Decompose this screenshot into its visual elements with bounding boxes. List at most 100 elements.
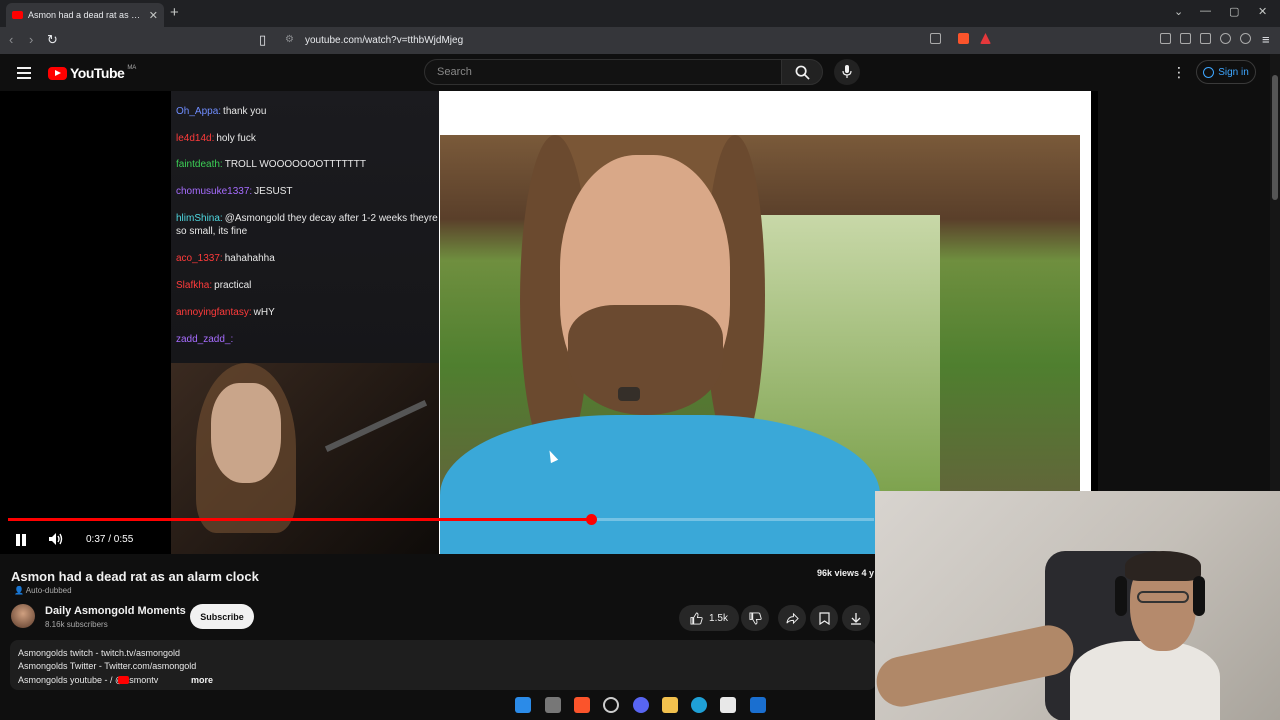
youtube-favicon-icon <box>12 11 23 19</box>
address-bar[interactable]: youtube.com/watch?v=tthbWjdMjeg <box>305 31 1025 49</box>
right-pane <box>1098 91 1270 491</box>
store-icon[interactable] <box>720 697 736 713</box>
dislike-button[interactable] <box>741 605 769 631</box>
browser-menu-icon[interactable]: ≡ <box>1262 32 1270 47</box>
sidebar-icon[interactable] <box>1180 33 1191 44</box>
tab-close-icon[interactable]: ✕ <box>149 9 158 22</box>
browser-tab[interactable]: Asmon had a dead rat as an a ✕ <box>6 3 164 27</box>
description-line: Asmongolds youtube - / @asmontv <box>18 675 159 685</box>
channel-name[interactable]: Daily Asmongold Moments <box>45 605 186 617</box>
view-count: 96k views 4 y <box>817 568 875 578</box>
menu-icon[interactable] <box>17 67 31 82</box>
chat-message: chomusuke1337: JESUST <box>176 185 438 198</box>
subscribe-button[interactable]: Subscribe <box>190 604 254 629</box>
chat-message: Oh_Appa: thank you <box>176 105 438 118</box>
mail-icon[interactable] <box>750 697 766 713</box>
minimize-icon[interactable]: — <box>1200 5 1211 17</box>
channel-avatar[interactable] <box>11 604 35 628</box>
tab-title: Asmon had a dead rat as an a <box>28 10 144 20</box>
browser-tab-bar <box>0 0 1280 27</box>
subscriber-count: 8.16k subscribers <box>45 620 108 629</box>
chatgpt-icon[interactable] <box>603 697 619 713</box>
download-button[interactable] <box>842 605 870 631</box>
like-button[interactable]: 1.5k <box>679 605 739 631</box>
reload-icon[interactable]: ↻ <box>47 32 58 48</box>
scrollbar-thumb[interactable] <box>1272 75 1278 200</box>
task-view-icon[interactable] <box>545 697 561 713</box>
search-icon <box>795 65 810 80</box>
streamer-webcam <box>171 363 439 554</box>
youtube-watermark-icon <box>618 387 640 401</box>
chat-username: aco_1337: <box>176 253 223 264</box>
chat-text: thank you <box>223 106 267 117</box>
chat-message: annoyingfantasy: wHY <box>176 306 438 319</box>
windows-start-icon[interactable] <box>515 697 531 713</box>
chat-message: le4d14d: holy fuck <box>176 132 438 145</box>
dub-icon: 👤 <box>14 586 24 595</box>
description-line: Asmongolds Twitter - Twitter.com/asmongo… <box>18 661 197 671</box>
chat-text: practical <box>214 280 252 291</box>
voice-search-button[interactable] <box>834 59 860 85</box>
settings-kebab-icon[interactable]: ⋮ <box>1172 64 1186 81</box>
chat-username: faintdeath: <box>176 159 223 170</box>
youtube-logo[interactable]: YouTube MA <box>48 65 136 81</box>
headphones <box>1115 576 1127 616</box>
progress-scrubber[interactable] <box>586 514 597 525</box>
time-display: 0:37 / 0:55 <box>86 534 134 545</box>
edge-icon[interactable] <box>691 697 707 713</box>
chat-username: le4d14d: <box>176 133 215 144</box>
save-button[interactable] <box>810 605 838 631</box>
thumbs-up-icon <box>690 611 703 625</box>
chat-text: JESUST <box>254 186 293 197</box>
maximize-icon[interactable]: ▢ <box>1229 5 1239 18</box>
brave-browser-icon[interactable] <box>574 697 590 713</box>
tab-list-icon[interactable]: ⌄ <box>1174 5 1183 18</box>
chat-text: TROLL WOOOOOOOTTTTTTT <box>224 159 367 170</box>
window-close-icon[interactable]: ✕ <box>1258 5 1267 18</box>
new-tab-icon[interactable]: + <box>170 4 179 21</box>
extensions-icon[interactable] <box>1220 33 1231 44</box>
bookmark-save-icon <box>818 611 830 625</box>
discord-icon[interactable] <box>633 697 649 713</box>
chat-text: hahahahha <box>224 253 275 264</box>
vpn-icon[interactable] <box>1240 33 1251 44</box>
chat-username: chomusuke1337: <box>176 186 253 197</box>
forward-icon[interactable]: › <box>29 32 33 47</box>
chat-username: Oh_Appa: <box>176 106 222 117</box>
thumbs-down-icon <box>748 611 762 625</box>
auto-dubbed-badge: 👤 Auto-dubbed <box>14 586 72 595</box>
share-button[interactable] <box>778 605 806 631</box>
os-taskbar <box>0 690 875 720</box>
stream-chat-overlay: Oh_Appa: thank you le4d14d: holy fuck faintd… <box>171 91 439 363</box>
chat-message: Slafkha: practical <box>176 279 438 292</box>
chat-username: hlimShina: <box>176 213 223 224</box>
media-icon[interactable] <box>1160 33 1171 44</box>
sign-in-button[interactable]: Sign in <box>1196 60 1256 84</box>
brave-shields-icon[interactable] <box>958 33 969 44</box>
account-icon <box>1203 66 1215 78</box>
like-count: 1.5k <box>709 612 728 624</box>
glasses <box>1137 591 1189 603</box>
pause-button[interactable] <box>15 534 27 546</box>
search-input[interactable]: Search <box>424 59 782 85</box>
chat-username: Slafkha: <box>176 280 213 291</box>
youtube-play-icon <box>48 66 67 80</box>
webcam-overlay <box>875 491 1280 720</box>
back-icon[interactable]: ‹ <box>9 32 13 47</box>
microphone-arm <box>324 400 428 452</box>
chat-username: annoyingfantasy: <box>176 307 252 318</box>
search-button[interactable] <box>781 59 823 85</box>
site-info-icon[interactable]: ⚙ <box>285 34 294 45</box>
wallet-icon[interactable] <box>1200 33 1211 44</box>
file-explorer-icon[interactable] <box>662 697 678 713</box>
show-more-link[interactable]: more <box>191 675 213 685</box>
volume-icon <box>49 533 63 545</box>
bookmark-icon[interactable]: ▯ <box>259 32 266 48</box>
volume-button[interactable] <box>48 532 64 549</box>
cast-icon[interactable] <box>930 33 941 44</box>
chat-message: faintdeath: TROLL WOOOOOOOTTTTTTT <box>176 158 438 171</box>
chat-message: aco_1337: hahahahha <box>176 252 438 265</box>
youtube-link-icon <box>118 676 129 684</box>
video-title: Asmon had a dead rat as an alarm clock <box>11 569 259 584</box>
microphone-icon <box>842 65 852 78</box>
